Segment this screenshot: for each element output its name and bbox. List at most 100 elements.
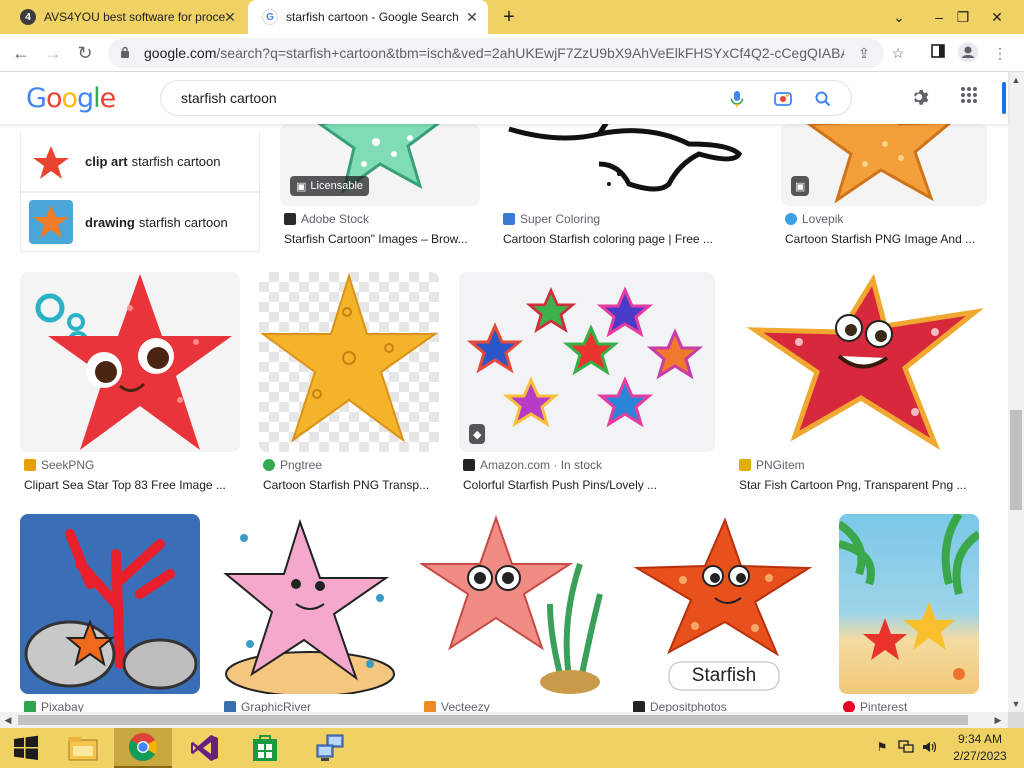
tab-google-search[interactable]: G starfish cartoon - Google Search ✕ [248, 0, 488, 34]
bookmark-star-icon[interactable]: ☆ [888, 43, 908, 63]
vertical-scroll-thumb[interactable] [1010, 410, 1022, 510]
new-tab-button[interactable]: + [498, 6, 520, 28]
settings-gear-icon[interactable] [907, 86, 931, 110]
result-card[interactable]: Starfish Depositphotos [629, 514, 819, 712]
forward-button[interactable]: → [40, 40, 66, 66]
scroll-up-arrow-icon[interactable]: ▲ [1008, 72, 1024, 88]
result-card[interactable]: ◆ Amazon.com · In stock Colorful Starfis… [459, 272, 715, 492]
close-tab-icon[interactable]: ✕ [464, 9, 480, 25]
system-clock[interactable]: 9:34 AM 2/27/2023 [944, 731, 1016, 765]
result-source[interactable]: SeekPNG [24, 458, 94, 472]
result-image[interactable] [259, 272, 439, 452]
result-card[interactable]: PNGitem Star Fish Cartoon Png, Transpare… [735, 272, 987, 492]
result-source[interactable]: Vecteezy [424, 700, 490, 712]
result-image[interactable] [420, 514, 610, 694]
result-image[interactable] [499, 124, 761, 206]
result-card[interactable]: GraphicRiver [220, 514, 400, 712]
result-source[interactable]: Super Coloring [503, 212, 600, 226]
apps-grid-icon[interactable] [957, 86, 981, 110]
volume-icon[interactable] [922, 740, 938, 756]
scroll-right-arrow-icon[interactable]: ▶ [990, 712, 1006, 728]
logo-letter: o [45, 83, 63, 114]
result-card[interactable]: Pixabay [20, 514, 200, 712]
logo-letter: o [61, 83, 78, 114]
result-source[interactable]: Depositphotos [633, 700, 727, 712]
related-search-drawing[interactable]: drawing starfish cartoon [20, 192, 260, 252]
licensable-badge[interactable]: ▣ Licensable [290, 176, 369, 196]
vertical-scrollbar[interactable] [1008, 72, 1024, 712]
flag-notification-icon[interactable]: ⚑ [874, 740, 890, 756]
result-card[interactable]: Pinterest [839, 514, 987, 712]
close-tab-icon[interactable]: ✕ [222, 9, 238, 25]
result-source[interactable]: Pinterest [843, 700, 907, 712]
result-source[interactable]: Lovepik [785, 212, 843, 226]
address-bar[interactable]: google.com/search?q=starfish+cartoon&tbm… [108, 38, 884, 68]
result-title[interactable]: Star Fish Cartoon Png, Transparent Png .… [739, 478, 985, 492]
search-box[interactable] [160, 80, 852, 116]
visual-studio-icon [191, 735, 218, 761]
network-app-taskbar-button[interactable] [300, 728, 358, 768]
logo-letter: G [26, 83, 47, 114]
result-title[interactable]: Starfish Cartoon" Images – Brow... [284, 232, 480, 246]
result-image[interactable] [20, 272, 240, 452]
visual-studio-taskbar-button[interactable] [176, 728, 234, 768]
result-card[interactable]: ▣ Licensable Adobe Stock Starfish Cartoon… [280, 124, 480, 248]
share-icon[interactable]: ⇪ [854, 43, 874, 63]
voice-search-icon[interactable] [727, 89, 747, 109]
profile-avatar-icon[interactable] [958, 42, 978, 62]
result-title[interactable]: Colorful Starfish Push Pins/Lovely ... [463, 478, 713, 492]
store-taskbar-button[interactable] [236, 728, 294, 768]
search-input[interactable] [181, 90, 701, 106]
back-button[interactable]: ← [8, 40, 34, 66]
lens-search-icon[interactable] [773, 89, 793, 109]
image-results: clip art starfish cartoon drawing starfish… [0, 124, 1008, 712]
clock-date: 2/27/2023 [953, 749, 1007, 763]
scroll-down-arrow-icon[interactable]: ▼ [1008, 696, 1024, 712]
related-search-clip-art[interactable]: clip art starfish cartoon [20, 132, 260, 192]
result-card[interactable]: ▣ Lovepik Cartoon Starfish PNG Image And… [781, 124, 987, 248]
search-icon[interactable] [813, 89, 833, 109]
result-card[interactable]: Vecteezy [420, 514, 610, 712]
horizontal-scroll-thumb[interactable] [18, 715, 968, 725]
result-source[interactable]: Amazon.com · In stock [463, 458, 602, 472]
graphicriver-favicon-icon [224, 701, 236, 712]
result-image[interactable] [735, 272, 987, 452]
pngitem-favicon-icon [739, 459, 751, 471]
chrome-taskbar-button[interactable] [114, 728, 172, 768]
shopping-tag-icon[interactable]: ◆ [469, 424, 486, 444]
result-title[interactable]: Cartoon Starfish PNG Transp... [263, 478, 439, 492]
tab-title: AVS4YOU best software for proce [44, 10, 226, 24]
network-status-icon[interactable] [898, 740, 914, 756]
result-title[interactable]: Cartoon Starfish coloring page | Free ..… [503, 232, 759, 246]
scroll-left-arrow-icon[interactable]: ◀ [0, 712, 16, 728]
avs4you-favicon-icon: 4 [20, 9, 36, 25]
result-image[interactable] [781, 124, 987, 206]
result-source[interactable]: Pixabay [24, 700, 84, 712]
tab-search-button[interactable]: ⌄ [882, 0, 916, 34]
result-image[interactable] [20, 514, 200, 694]
image-icon[interactable]: ▣ [791, 176, 810, 196]
google-logo[interactable]: Google [26, 83, 116, 114]
start-button[interactable] [0, 728, 52, 768]
computer-network-icon [316, 734, 344, 761]
related-label: clip art starfish cartoon [85, 154, 221, 169]
file-explorer-taskbar-button[interactable] [54, 728, 112, 768]
result-source[interactable]: Adobe Stock [284, 212, 369, 226]
result-card[interactable]: SeekPNG Clipart Sea Star Top 83 Free Ima… [20, 272, 240, 492]
result-source[interactable]: GraphicRiver [224, 700, 311, 712]
result-image[interactable] [220, 514, 400, 694]
restore-button[interactable]: ❐ [946, 0, 980, 34]
result-card[interactable]: Super Coloring Cartoon Starfish coloring… [499, 124, 761, 248]
result-image[interactable] [459, 272, 715, 452]
result-source[interactable]: Pngtree [263, 458, 322, 472]
result-image[interactable] [839, 514, 979, 694]
side-panel-icon[interactable] [928, 43, 948, 63]
result-source[interactable]: PNGitem [739, 458, 805, 472]
reload-button[interactable]: ↻ [72, 40, 98, 66]
result-title[interactable]: Cartoon Starfish PNG Image And ... [785, 232, 985, 246]
result-card[interactable]: Pngtree Cartoon Starfish PNG Transp... [259, 272, 439, 492]
more-menu-icon[interactable]: ⋮ [990, 43, 1010, 63]
close-window-button[interactable]: ✕ [980, 0, 1014, 34]
result-title[interactable]: Clipart Sea Star Top 83 Free Image ... [24, 478, 238, 492]
tab-avs4you[interactable]: 4 AVS4YOU best software for proce ✕ [6, 0, 246, 34]
